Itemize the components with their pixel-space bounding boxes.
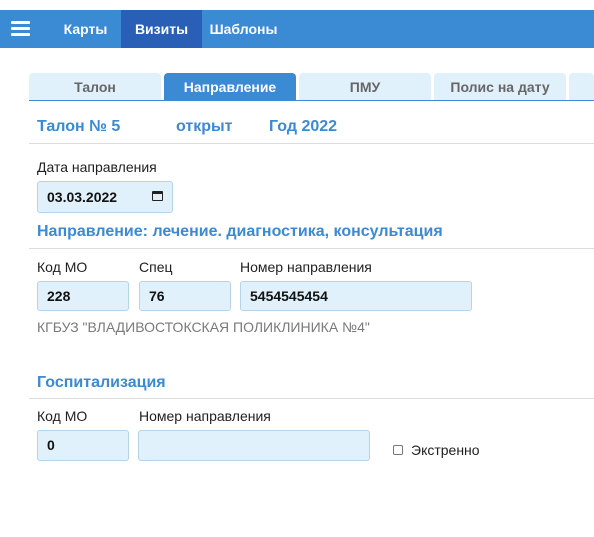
tab-policy-on-date[interactable]: Полис на дату: [434, 73, 566, 101]
tab-talon[interactable]: Талон: [29, 73, 161, 101]
nav-item-cards[interactable]: Карты: [50, 10, 121, 48]
calendar-icon[interactable]: [152, 191, 163, 201]
talon-status: открыт: [176, 118, 233, 135]
referral-number-input[interactable]: 5454545454: [240, 281, 472, 311]
talon-year: Год 2022: [269, 118, 338, 135]
top-nav-bar: Карты Визиты Шаблоны: [0, 10, 594, 48]
referral-spec-input[interactable]: 76: [139, 281, 231, 311]
referral-section-title: Направление: лечение. диагностика, консу…: [37, 223, 443, 240]
divider: [29, 398, 594, 399]
hospitalization-mo-input[interactable]: 0: [37, 430, 129, 461]
nav-item-templates[interactable]: Шаблоны: [202, 10, 285, 48]
hospitalization-number-label: Номер направления: [139, 408, 271, 424]
referral-mo-label: Код МО: [37, 259, 88, 275]
referral-date-value: 03.03.2022: [47, 189, 118, 205]
tab-pmu[interactable]: ПМУ: [299, 73, 431, 101]
referral-mo-input[interactable]: 228: [37, 281, 129, 311]
hospitalization-section-title: Госпитализация: [37, 374, 166, 391]
nav-item-visits[interactable]: Визиты: [121, 10, 202, 48]
divider: [29, 248, 594, 249]
hospitalization-mo-label: Код МО: [37, 408, 88, 424]
referral-number-label: Номер направления: [240, 259, 372, 275]
urgent-checkbox[interactable]: [393, 445, 403, 455]
tab-underline: [29, 100, 594, 101]
referral-date-input[interactable]: 03.03.2022: [37, 181, 173, 213]
tab-referral[interactable]: Направление: [164, 73, 296, 101]
organization-name: КГБУЗ "ВЛАДИВОСТОКСКАЯ ПОЛИКЛИНИКА №4": [37, 319, 370, 335]
urgent-checkbox-label[interactable]: Экстренно: [411, 442, 480, 458]
referral-spec-label: Спец: [139, 259, 173, 275]
divider: [29, 143, 594, 144]
referral-date-label: Дата направления: [37, 159, 157, 175]
tab-overflow[interactable]: [569, 73, 594, 101]
hamburger-menu-icon[interactable]: [11, 21, 30, 37]
tab-bar: Талон Направление ПМУ Полис на дату: [29, 73, 594, 101]
hospitalization-number-input[interactable]: [138, 430, 370, 461]
talon-title: Талон № 5: [37, 118, 121, 135]
